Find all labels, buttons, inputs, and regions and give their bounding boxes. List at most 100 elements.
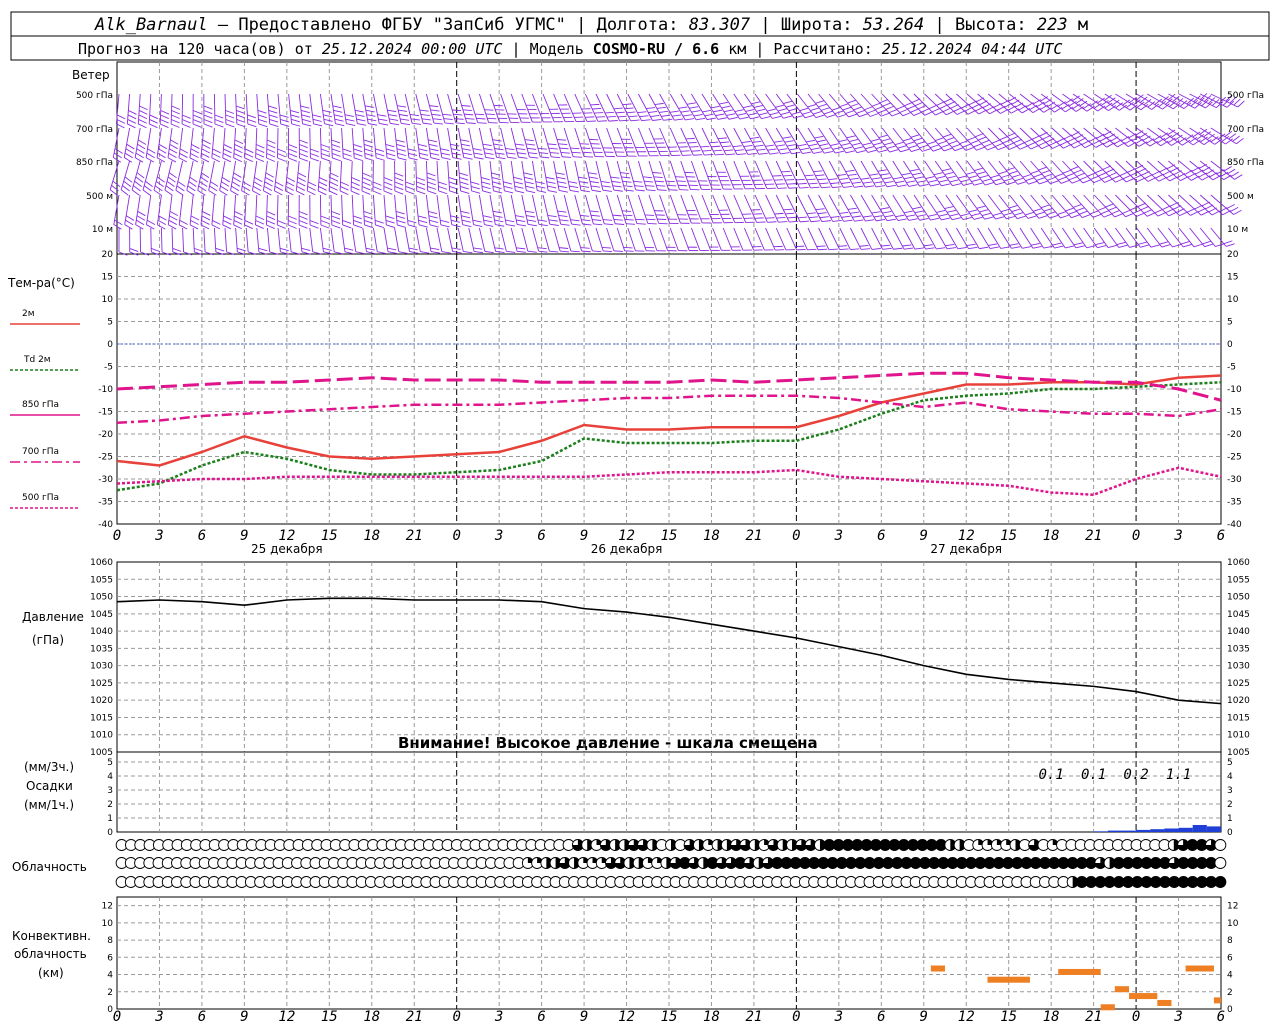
precip-tick-left: 3 — [107, 786, 113, 796]
wind-barb-feather — [948, 140, 958, 145]
wind-barb-feather — [984, 142, 993, 148]
alt-unit: м — [1078, 15, 1088, 35]
wind-barb-feather — [619, 119, 629, 122]
wind-barb-feather — [441, 251, 451, 254]
wind-barb-feather — [839, 103, 849, 108]
wind-barb-staff — [436, 227, 443, 252]
wind-barb-feather — [871, 177, 881, 180]
temp-tick-right: -10 — [1227, 385, 1242, 395]
wind-barb-feather — [297, 172, 307, 178]
wind-barb-feather — [309, 224, 319, 229]
wind-barb-feather — [158, 148, 167, 154]
wind-barb-feather — [516, 247, 526, 250]
wind-barb-feather — [885, 105, 895, 110]
wind-barb-feather — [628, 115, 638, 118]
wind-barb-feather — [179, 148, 189, 154]
wind-barb-feather — [1111, 209, 1121, 215]
hour-tick: 18 — [703, 528, 720, 544]
wind-barb-feather — [1135, 130, 1144, 136]
wind-barb-feather — [172, 251, 182, 256]
wind-barb-feather — [884, 214, 894, 218]
pressure-tick-right: 1060 — [1227, 558, 1250, 568]
wind-barb-feather — [691, 110, 701, 113]
wind-barb-feather — [783, 115, 793, 119]
wind-barb-feather — [828, 178, 838, 181]
wind-barb-feather — [1030, 170, 1040, 175]
wind-barb-staff — [330, 194, 333, 226]
wind-barb-feather — [1011, 174, 1021, 178]
wind-barb-staff — [241, 160, 247, 191]
wind-barb-feather — [946, 247, 957, 250]
wind-barb-feather — [265, 172, 274, 178]
wind-barb-feather — [807, 248, 817, 251]
wind-barb-feather — [921, 108, 930, 113]
wind-barb-feather — [560, 223, 570, 226]
wind-barb-feather — [1146, 138, 1155, 144]
wind-barb-feather — [966, 171, 975, 175]
hour-tick: 0 — [452, 528, 460, 544]
wind-barb-feather — [298, 211, 308, 216]
wind-barb-staff — [1019, 160, 1040, 185]
wind-barb-feather — [721, 105, 731, 109]
pressure-tick-left: 1015 — [90, 713, 113, 723]
wind-barb-feather — [835, 150, 845, 154]
wind-barb-staff — [457, 227, 464, 252]
wind-barb-feather — [340, 181, 349, 187]
wind-barb-feather — [1028, 180, 1038, 185]
wind-barb-feather — [1136, 177, 1146, 183]
wind-barb-feather — [114, 219, 123, 226]
wind-barb-feather — [1104, 178, 1113, 183]
wind-barb-feather — [798, 216, 808, 219]
wind-barb-feather — [979, 246, 989, 250]
wind-barb-feather — [247, 123, 257, 128]
wind-barb-feather — [298, 224, 308, 229]
wind-barb-feather — [203, 110, 213, 115]
wind-barb-staff — [1051, 194, 1072, 219]
wind-barb-feather — [225, 114, 235, 119]
wind-barb-feather — [732, 145, 742, 148]
wind-barb-feather — [538, 223, 548, 227]
wind-barb-feather — [726, 153, 736, 156]
wind-barb-feather — [581, 147, 591, 149]
wind-barb-feather — [867, 149, 877, 153]
wind-barb-feather — [302, 123, 312, 127]
wind-barb-feather — [570, 147, 580, 150]
wind-barb-feather — [191, 144, 200, 149]
wind-barb-staff — [563, 227, 572, 252]
wind-barb-feather — [342, 220, 352, 224]
wind-barb-feather — [812, 111, 822, 115]
wind-barb-feather — [1237, 100, 1245, 108]
wind-barb-feather — [301, 247, 311, 251]
wind-barb-feather — [615, 223, 625, 225]
wind-barb-feather — [590, 214, 600, 217]
wind-barb-feather — [307, 181, 317, 187]
wind-barb-feather — [492, 139, 502, 142]
wind-barb-feather — [361, 190, 371, 195]
wind-barb-feather — [189, 176, 198, 183]
pressure-title: Давление — [22, 610, 84, 624]
wind-barb-feather — [813, 151, 823, 154]
wind-barb-feather — [603, 250, 613, 252]
wind-barb-feather — [450, 219, 460, 223]
wind-barb-staff — [722, 93, 741, 120]
wind-barb-staff — [521, 160, 527, 191]
wind-barb-feather — [1065, 106, 1074, 113]
wind-barb-feather — [222, 153, 232, 158]
wind-barb-feather — [331, 148, 341, 153]
wind-barb-feather — [459, 172, 468, 176]
wind-barb-feather — [1083, 103, 1092, 110]
pressure-tick-right: 1010 — [1227, 731, 1250, 741]
computed-value: 25.12.2024 04:44 UTC — [882, 40, 1063, 58]
wind-barb-feather — [810, 147, 820, 151]
wind-barb-feather — [113, 152, 122, 159]
wind-barb-feather — [693, 114, 703, 117]
wind-barb-feather — [810, 107, 820, 111]
wind-barb-feather — [431, 113, 441, 116]
wind-barb-feather — [1098, 172, 1107, 177]
wind-barb-feather — [1133, 209, 1142, 214]
wind-barb-feather — [669, 110, 679, 113]
wind-barb-feather — [516, 219, 526, 222]
temp-tick-left: 10 — [102, 295, 114, 305]
forecast-start: 25.12.2024 00:00 UTC — [322, 40, 503, 58]
wind-barb-feather — [595, 116, 606, 118]
